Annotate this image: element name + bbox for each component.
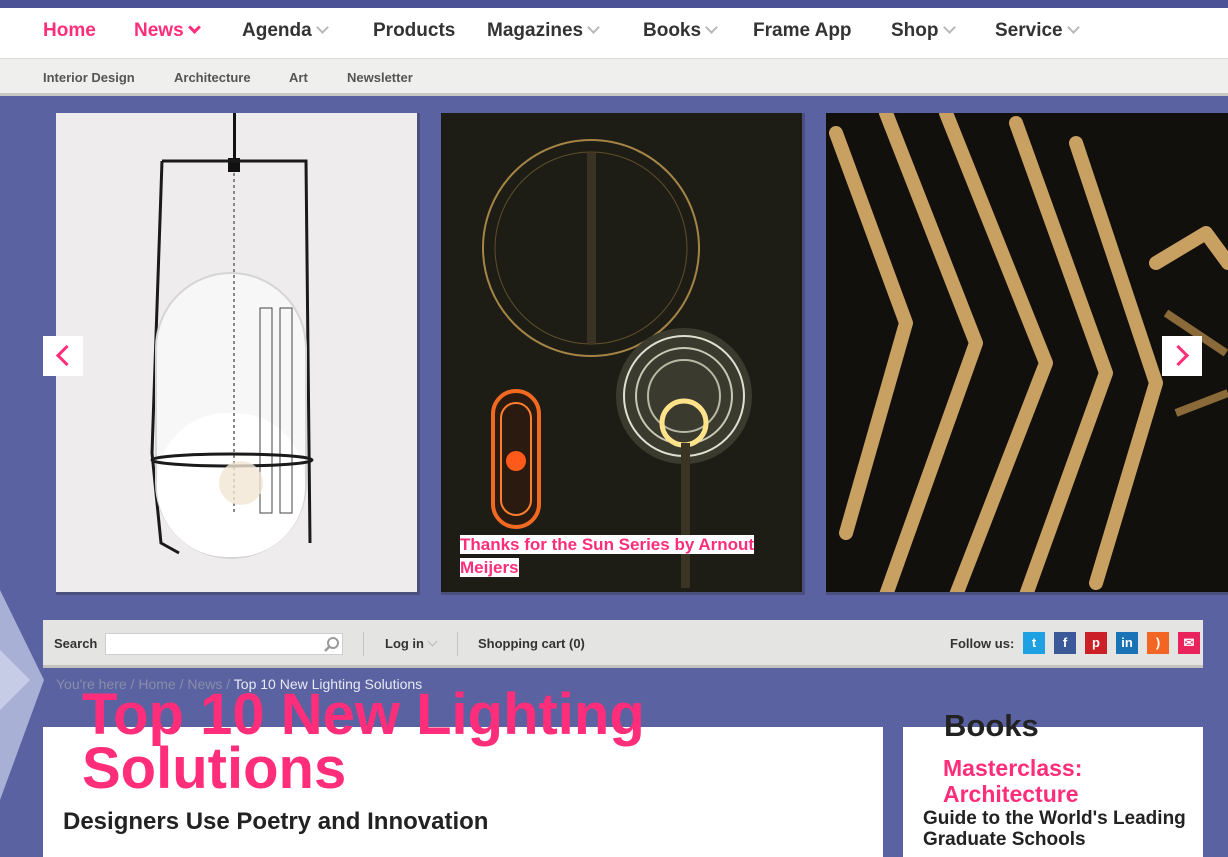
utility-toolbar: Search Log in Shopping cart (0) Follow u… (43, 620, 1203, 668)
nav-agenda[interactable]: Agenda (242, 20, 329, 42)
nav-home[interactable]: Home (43, 20, 96, 42)
nav-products[interactable]: Products (373, 20, 455, 42)
rss-icon[interactable]: ) (1147, 632, 1169, 654)
chevron-down-icon (942, 21, 956, 34)
nav-news[interactable]: News (134, 20, 201, 42)
newsletter-icon[interactable]: ✉ (1178, 632, 1200, 654)
nav-books[interactable]: Books (643, 20, 718, 42)
search-label: Search (54, 636, 98, 651)
pinterest-icon[interactable]: p (1085, 632, 1107, 654)
shopping-cart-link[interactable]: Shopping cart (0) (478, 636, 585, 651)
carousel-slide-1[interactable] (56, 113, 420, 595)
chevron-down-icon (427, 636, 438, 647)
search-icon[interactable] (323, 636, 340, 653)
nav-frame-app[interactable]: Frame App (753, 20, 852, 42)
top-strip (0, 0, 1228, 8)
carousel-prev-button[interactable] (43, 336, 83, 376)
article-subtitle: Designers Use Poetry and Innovation (63, 808, 489, 835)
subnav-interior-design[interactable]: Interior Design (43, 70, 135, 85)
chevron-down-icon (187, 21, 201, 34)
facebook-icon[interactable]: f (1054, 632, 1076, 654)
book-subtitle: Guide to the World's Leading Graduate Sc… (923, 808, 1186, 850)
toolbar-divider (457, 632, 458, 656)
linkedin-icon[interactable]: in (1116, 632, 1138, 654)
chevron-left-icon (55, 344, 78, 367)
chevron-right-icon (1167, 344, 1190, 367)
slide-caption[interactable]: Thanks for the Sun Series by Arnout Meij… (460, 533, 772, 579)
chevron-down-icon (705, 21, 718, 34)
sun-series-image (441, 113, 802, 592)
subnav-art[interactable]: Art (289, 70, 308, 85)
nav-service[interactable]: Service (995, 20, 1080, 42)
book-title-link[interactable]: Masterclass: Architecture (943, 755, 1153, 807)
chevron-down-icon (1066, 21, 1080, 34)
search-input[interactable] (105, 633, 343, 655)
follow-label: Follow us: (950, 636, 1015, 651)
twitter-icon[interactable]: t (1023, 632, 1045, 654)
nav-magazines[interactable]: Magazines (487, 20, 600, 42)
main-nav: Home News Agenda Products Magazines Book… (0, 8, 1228, 58)
login-button[interactable]: Log in (385, 636, 438, 651)
nav-shop[interactable]: Shop (891, 20, 956, 42)
subnav-newsletter[interactable]: Newsletter (347, 70, 413, 85)
subnav-architecture[interactable]: Architecture (174, 70, 251, 85)
chevron-down-icon (587, 21, 600, 34)
chevron-down-icon (315, 21, 329, 34)
carousel-slide-2[interactable] (441, 113, 805, 595)
article-title: Top 10 New Lighting Solutions (82, 682, 645, 801)
glass-lamp-image (56, 113, 417, 592)
sub-nav: Interior Design Architecture Art Newslet… (0, 58, 1228, 96)
toolbar-divider (363, 632, 364, 656)
books-heading: Books (944, 708, 1039, 743)
carousel-next-button[interactable] (1162, 336, 1202, 376)
